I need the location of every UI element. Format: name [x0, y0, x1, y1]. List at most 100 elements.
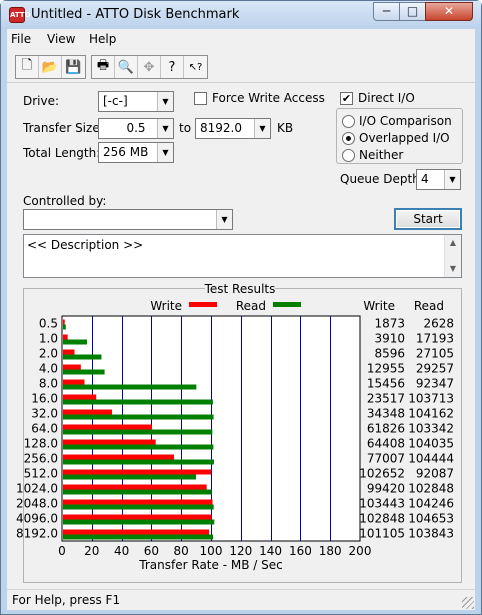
y-tick-label: 512.0: [24, 467, 58, 481]
read-value: 104162: [408, 407, 454, 421]
read-bar: [63, 519, 215, 525]
read-value: 92087: [416, 467, 454, 481]
y-tick-label: 1024.0: [16, 482, 58, 496]
write-bar: [63, 394, 97, 400]
read-bar: [63, 429, 213, 435]
read-bar: [63, 489, 212, 495]
x-tick-label: 140: [259, 544, 282, 558]
minimize-button[interactable]: ─: [373, 2, 400, 21]
x-tick-label: 200: [349, 544, 372, 558]
menu-view[interactable]: View: [47, 32, 75, 46]
read-value: 104653: [408, 512, 454, 526]
write-value: 103443: [359, 497, 405, 511]
write-value: 12955: [367, 362, 405, 376]
y-tick-label: 8.0: [39, 377, 58, 391]
read-bar: [63, 399, 213, 405]
write-value: 99420: [367, 482, 405, 496]
help-icon[interactable]: ?: [161, 56, 184, 78]
read-bar: [63, 369, 105, 375]
write-value: 77007: [367, 452, 405, 466]
read-bar: [63, 339, 88, 345]
status-text: For Help, press F1: [12, 593, 121, 607]
status-bar: For Help, press F1: [7, 589, 475, 610]
y-tick-label: 32.0: [31, 407, 58, 421]
y-tick-label: 1.0: [39, 332, 58, 346]
title-bar[interactable]: ATTO Untitled - ATTO Disk Benchmark ─ □ …: [1, 1, 481, 29]
write-bar: [63, 319, 65, 325]
y-tick-label: 2048.0: [16, 497, 58, 511]
read-value: 17193: [416, 332, 454, 346]
write-bar: [63, 499, 213, 505]
y-tick-label: 16.0: [31, 392, 58, 406]
window-title: Untitled - ATTO Disk Benchmark: [31, 7, 240, 22]
read-bar: [63, 444, 214, 450]
read-value: 104246: [408, 497, 454, 511]
read-bar: [63, 384, 197, 390]
read-value: 2628: [423, 317, 454, 331]
write-bar: [63, 349, 75, 355]
write-value: 64408: [367, 437, 405, 451]
write-bar: [63, 409, 112, 415]
file-toolbar-group: 🗋 📂 💾: [15, 55, 86, 79]
write-bar: [63, 529, 210, 535]
move-icon[interactable]: ✥: [138, 56, 161, 78]
y-tick-label: 4096.0: [16, 512, 58, 526]
x-tick-label: 180: [319, 544, 342, 558]
read-bar: [63, 324, 66, 330]
save-icon[interactable]: 💾: [62, 56, 85, 78]
results-chart: Test Results Write Read Write Read 0 20 40 60 80 1…: [16, 282, 454, 572]
column-header-read: Read: [414, 299, 444, 313]
x-tick-label: 60: [144, 544, 159, 558]
write-value: 34348: [367, 407, 405, 421]
write-value: 3910: [374, 332, 405, 346]
close-button[interactable]: ✕: [425, 2, 473, 21]
write-bar: [63, 514, 212, 520]
read-value: 104444: [408, 452, 454, 466]
y-tick-label: 64.0: [31, 422, 58, 436]
read-value: 103342: [408, 422, 454, 436]
resize-grip-icon[interactable]: [462, 597, 474, 609]
menu-file[interactable]: File: [11, 32, 31, 46]
write-bar: [63, 439, 156, 445]
atto-app-icon[interactable]: ATTO: [9, 7, 31, 23]
y-tick-label: 128.0: [24, 437, 58, 451]
x-tick-label: 80: [174, 544, 189, 558]
maximize-button[interactable]: □: [399, 2, 426, 21]
menu-help[interactable]: Help: [89, 32, 116, 46]
write-bar: [63, 454, 175, 460]
y-tick-label: 8192.0: [16, 527, 58, 541]
print-preview-icon[interactable]: 🔍: [115, 56, 138, 78]
read-value: 104035: [408, 437, 454, 451]
context-help-icon[interactable]: ↖?: [184, 56, 207, 78]
write-bar: [63, 364, 81, 370]
write-bar: [63, 379, 85, 385]
write-value: 102652: [359, 467, 405, 481]
legend-write-label: Write: [150, 299, 182, 313]
results-title: Test Results: [204, 282, 276, 296]
new-icon[interactable]: 🗋: [16, 56, 39, 78]
write-value: 15456: [367, 377, 405, 391]
x-axis-label: Transfer Rate - MB / Sec: [138, 558, 282, 572]
app-window: ATTO Untitled - ATTO Disk Benchmark ─ □ …: [0, 0, 482, 615]
x-tick-label: 160: [289, 544, 312, 558]
tools-toolbar-group: 🖶 🔍 ✥ ? ↖?: [91, 55, 208, 79]
open-icon[interactable]: 📂: [39, 56, 62, 78]
read-bar: [63, 504, 214, 510]
legend-read-swatch: [273, 302, 301, 307]
write-bar: [63, 424, 152, 430]
write-value: 102848: [359, 512, 405, 526]
read-bar: [63, 459, 214, 465]
y-tick-label: 2.0: [39, 347, 58, 361]
client-area: Drive: [-c-] ▼ Force Write Access ✔ Dire…: [7, 83, 475, 589]
write-value: 8596: [374, 347, 405, 361]
read-bar: [63, 534, 214, 540]
read-value: 92347: [416, 377, 454, 391]
legend-write-swatch: [189, 302, 217, 307]
x-tick-label: 20: [84, 544, 99, 558]
read-value: 29257: [416, 362, 454, 376]
print-icon[interactable]: 🖶: [92, 56, 115, 78]
read-bar: [63, 474, 196, 480]
x-tick-label: 40: [114, 544, 129, 558]
write-bar: [63, 484, 207, 490]
write-value: 23517: [367, 392, 405, 406]
